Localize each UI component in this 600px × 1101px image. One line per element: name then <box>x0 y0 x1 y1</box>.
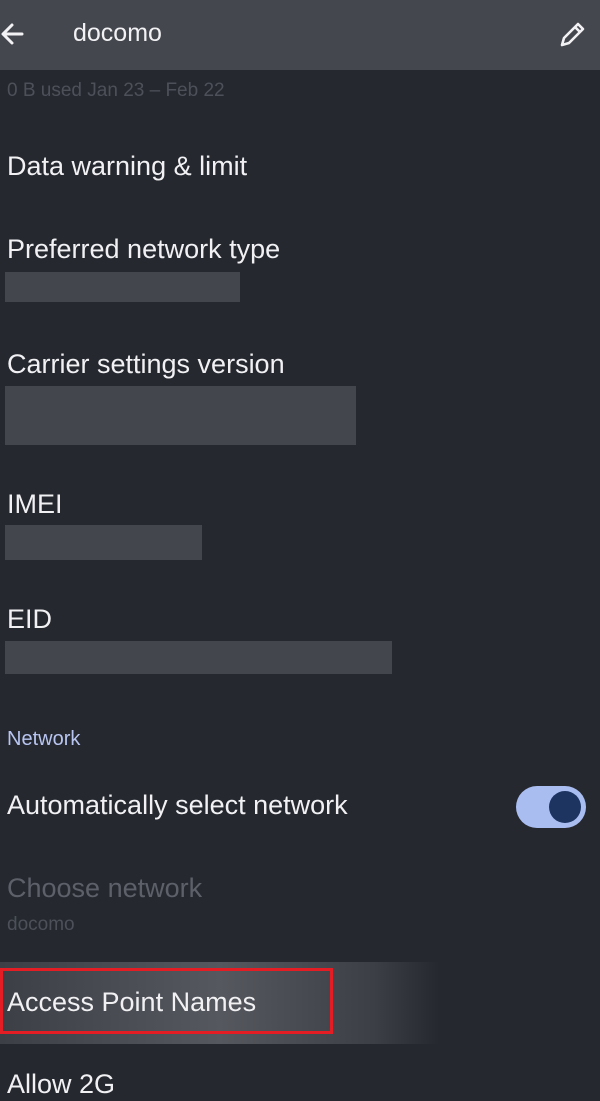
choose-network-value: docomo <box>7 914 75 935</box>
choose-network-item: Choose network <box>7 873 203 903</box>
redacted-value <box>5 525 202 560</box>
toggle-knob <box>549 791 581 823</box>
arrow-left-icon <box>1 23 24 45</box>
eid-item[interactable]: EID <box>7 604 52 635</box>
page-title: docomo <box>73 19 162 47</box>
imei-item[interactable]: IMEI <box>7 489 63 520</box>
automatically-select-network-label: Automatically select network <box>7 790 348 820</box>
auto-select-network-toggle[interactable] <box>516 786 586 828</box>
allow-2g-item[interactable]: Allow 2G <box>7 1069 115 1100</box>
redacted-value <box>5 272 240 302</box>
access-point-names-item[interactable]: Access Point Names <box>7 987 256 1018</box>
data-usage-summary: 0 B used Jan 23 – Feb 22 <box>7 80 225 101</box>
data-warning-limit-item[interactable]: Data warning & limit <box>7 151 247 182</box>
redacted-value <box>5 386 356 445</box>
app-bar: docomo <box>0 0 600 70</box>
carrier-settings-version-item[interactable]: Carrier settings version <box>7 349 285 380</box>
edit-button[interactable] <box>556 18 588 52</box>
pencil-icon <box>560 22 585 47</box>
preferred-network-type-item[interactable]: Preferred network type <box>7 234 280 265</box>
back-button[interactable] <box>0 14 32 54</box>
network-section-header: Network <box>7 728 81 750</box>
redacted-value <box>5 641 392 674</box>
